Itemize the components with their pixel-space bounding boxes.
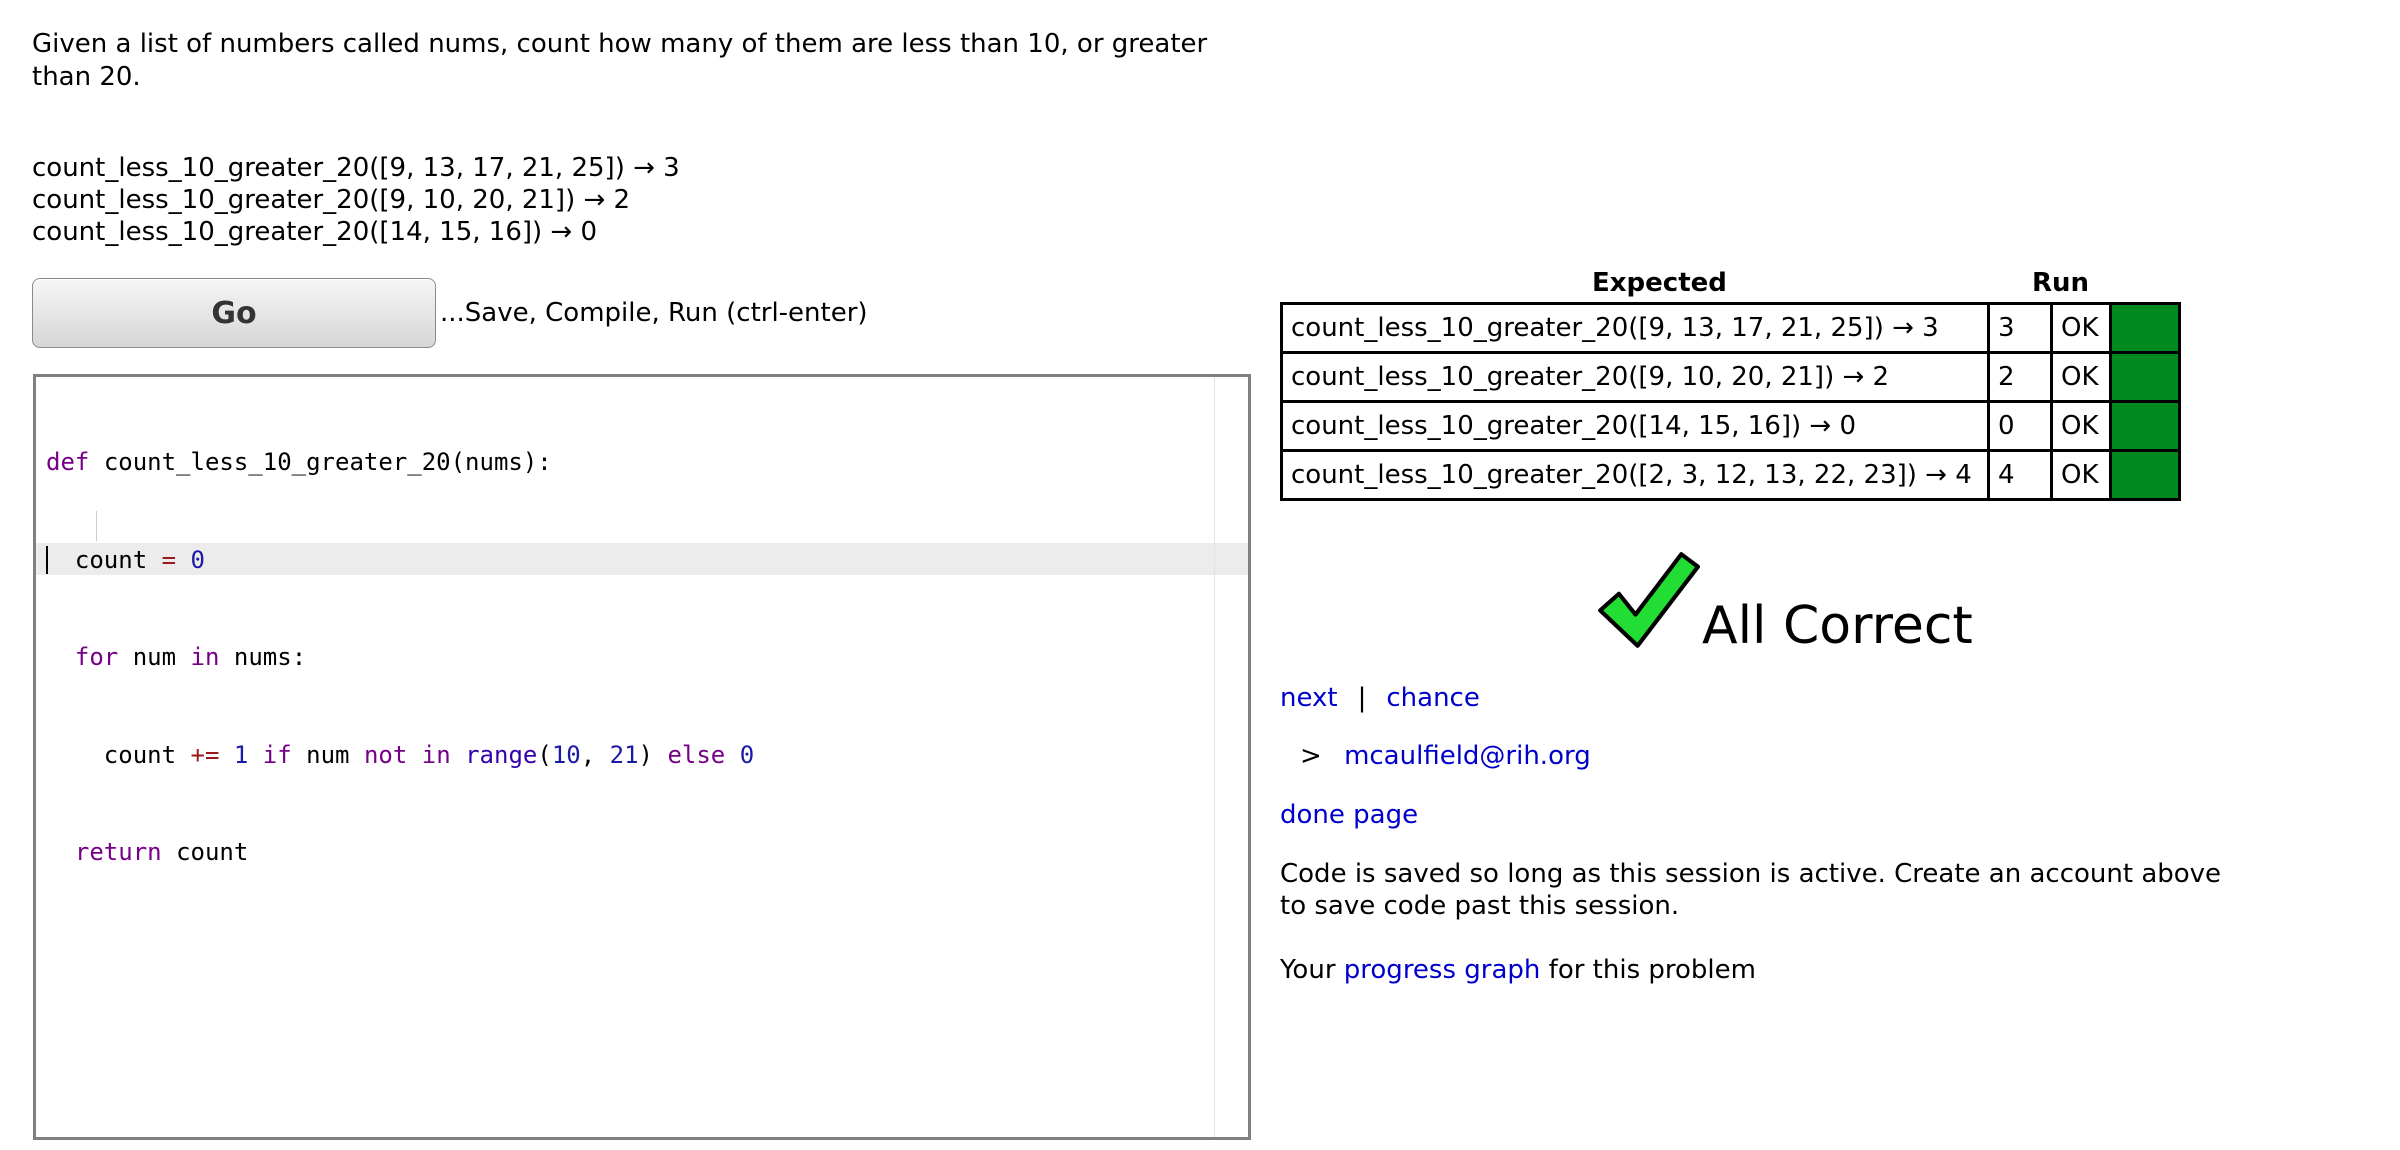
progress-suffix: for this problem — [1548, 955, 1756, 985]
all-correct-text: All Correct — [1702, 596, 1973, 656]
code-line: return count — [74, 838, 249, 866]
done-page-row: done page — [1280, 800, 1418, 830]
run-cell: 2 — [1987, 351, 2053, 403]
user-prefix: > — [1300, 741, 1322, 771]
go-button[interactable]: Go — [32, 278, 436, 348]
go-hint: ...Save, Compile, Run (ctrl-enter) — [440, 298, 868, 328]
run-cell: 3 — [1987, 302, 2053, 354]
run-toolbar: Go ...Save, Compile, Run (ctrl-enter) — [32, 278, 868, 348]
pass-indicator — [2109, 302, 2181, 354]
expected-cell: count_less_10_greater_20([9, 10, 20, 21]… — [1280, 351, 1990, 403]
run-header: Run — [2032, 268, 2090, 298]
results-row: count_less_10_greater_20([9, 13, 17, 21,… — [1280, 302, 2181, 354]
session-note: Code is saved so long as this session is… — [1280, 859, 2222, 921]
pass-indicator — [2109, 351, 2181, 403]
status-cell: OK — [2050, 400, 2112, 452]
status-cell: OK — [2050, 449, 2112, 501]
status-cell: OK — [2050, 351, 2112, 403]
progress-graph-link[interactable]: progress graph — [1344, 955, 1541, 985]
problem-description: Given a list of numbers called nums, cou… — [32, 29, 1208, 92]
code-line: count += 1 if num not in range(10, 21) e… — [103, 740, 755, 769]
expected-cell: count_less_10_greater_20([2, 3, 12, 13, … — [1280, 449, 1990, 501]
print-margin — [1214, 377, 1215, 1137]
run-cell: 0 — [1987, 400, 2053, 452]
done-page-link[interactable]: done page — [1280, 800, 1418, 830]
code-editor[interactable]: def count_less_10_greater_20(nums): coun… — [33, 374, 1251, 1140]
code-text[interactable]: def count_less_10_greater_20(nums): coun… — [46, 381, 754, 1031]
problem-panel: Given a list of numbers called nums, cou… — [32, 28, 1262, 248]
nav-links: next | chance — [1280, 683, 1480, 713]
results-table: count_less_10_greater_20([9, 13, 17, 21,… — [1280, 302, 2181, 501]
pass-indicator — [2109, 449, 2181, 501]
pass-indicator — [2109, 400, 2181, 452]
expected-cell: count_less_10_greater_20([9, 13, 17, 21,… — [1280, 302, 1990, 354]
problem-examples: count_less_10_greater_20([9, 13, 17, 21,… — [32, 152, 1262, 248]
results-row: count_less_10_greater_20([2, 3, 12, 13, … — [1280, 449, 2181, 501]
next-link[interactable]: next — [1280, 683, 1338, 713]
checkmark-icon — [1596, 548, 1700, 656]
codingbat-problem-page: Given a list of numbers called nums, cou… — [0, 0, 2400, 1150]
chance-link[interactable]: chance — [1386, 683, 1479, 713]
status-cell: OK — [2050, 302, 2112, 354]
user-email-link[interactable]: mcaulfield@rih.org — [1344, 741, 1591, 771]
example-line: count_less_10_greater_20([14, 15, 16]) →… — [32, 217, 598, 247]
progress-prefix: Your — [1280, 955, 1336, 985]
progress-note: Your progress graph for this problem — [1280, 954, 2240, 986]
example-line: count_less_10_greater_20([9, 13, 17, 21,… — [32, 153, 680, 183]
nav-separator: | — [1357, 683, 1367, 713]
code-line: def count_less_10_greater_20(nums): — [46, 448, 552, 476]
results-row: count_less_10_greater_20([9, 10, 20, 21]… — [1280, 351, 2181, 403]
all-correct-banner: All Correct — [1596, 548, 1973, 656]
expected-header: Expected — [1592, 268, 1727, 298]
code-line: count = 0 — [74, 545, 205, 574]
run-cell: 4 — [1987, 449, 2053, 501]
text-cursor — [46, 546, 48, 574]
user-row: > mcaulfield@rih.org — [1300, 741, 1591, 771]
code-line: for num in nums: — [74, 643, 307, 671]
example-line: count_less_10_greater_20([9, 10, 20, 21]… — [32, 185, 631, 215]
expected-cell: count_less_10_greater_20([14, 15, 16]) →… — [1280, 400, 1990, 452]
results-row: count_less_10_greater_20([14, 15, 16]) →… — [1280, 400, 2181, 452]
